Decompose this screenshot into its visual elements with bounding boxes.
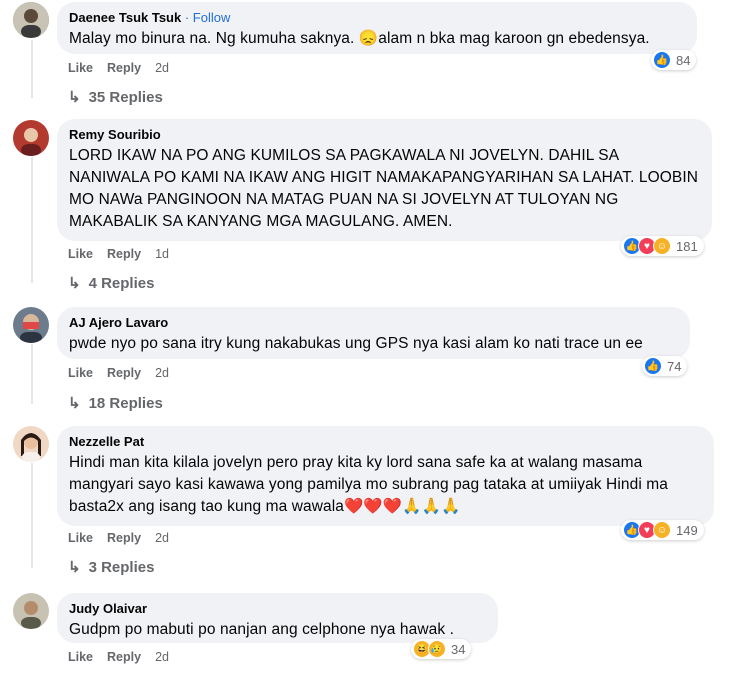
avatar[interactable] <box>13 2 49 38</box>
replies-count: 35 Replies <box>88 89 163 106</box>
reply-arrow-icon: ↳ <box>68 89 81 106</box>
comment-text: Malay mo binura na. Ng kumuha saknya. 😞a… <box>69 30 650 47</box>
commenter-name[interactable]: Daenee Tsuk Tsuk <box>69 10 181 25</box>
reaction-summary[interactable]: 👍 84 <box>651 50 697 70</box>
reaction-count: 74 <box>667 358 682 374</box>
reaction-count: 149 <box>676 522 698 538</box>
avatar-image <box>13 307 49 343</box>
avatar[interactable] <box>13 593 49 629</box>
reply-arrow-icon: ↳ <box>68 395 81 412</box>
replies-count: 4 Replies <box>88 275 155 292</box>
reaction-summary[interactable]: 👍 74 <box>642 356 688 376</box>
avatar-image <box>13 2 49 38</box>
like-reaction-icon: 👍 <box>653 51 671 69</box>
avatar-image <box>13 120 49 156</box>
view-replies-link[interactable]: ↳ 3 Replies <box>68 558 154 576</box>
timestamp[interactable]: 1d <box>155 247 169 261</box>
view-replies-link[interactable]: ↳ 18 Replies <box>68 394 163 412</box>
comment-text: pwde nyo po sana itry kung nakabukas ung… <box>69 335 643 352</box>
view-replies-link[interactable]: ↳ 4 Replies <box>68 274 154 292</box>
care-reaction-icon: ☺ <box>653 521 671 539</box>
like-button[interactable]: Like <box>68 247 93 261</box>
reaction-count: 181 <box>676 238 698 254</box>
comment-bubble: Remy Souribio LORD IKAW NA PO ANG KUMILO… <box>57 119 712 241</box>
like-button[interactable]: Like <box>68 531 93 545</box>
comment-bubble: Judy Olaivar Gudpm po mabuti po nanjan a… <box>57 593 498 643</box>
comment-actions: Like Reply 1d <box>68 247 183 261</box>
thread-line <box>31 40 33 98</box>
like-button[interactable]: Like <box>68 366 93 380</box>
reply-button[interactable]: Reply <box>107 650 141 664</box>
comment-bubble: Nezzelle Pat Hindi man kita kilala jovel… <box>57 426 714 526</box>
reply-button[interactable]: Reply <box>107 366 141 380</box>
replies-count: 3 Replies <box>88 559 155 576</box>
comment-text: Hindi man kita kilala jovelyn pero pray … <box>69 454 669 515</box>
comment-actions: Like Reply 2d <box>68 366 183 380</box>
like-reaction-icon: 👍 <box>644 357 662 375</box>
comment-bubble: AJ Ajero Lavaro pwde nyo po sana itry ku… <box>57 307 690 359</box>
commenter-name[interactable]: Remy Souribio <box>69 126 700 143</box>
avatar[interactable] <box>13 426 49 462</box>
avatar-image <box>13 426 49 462</box>
view-replies-link[interactable]: ↳ 35 Replies <box>68 88 163 106</box>
reaction-summary[interactable]: 👍 ♥ ☺ 149 <box>621 520 704 540</box>
thread-line <box>31 463 33 568</box>
reaction-count: 84 <box>676 52 691 68</box>
timestamp[interactable]: 2d <box>155 650 169 664</box>
comment-actions: Like Reply 2d <box>68 650 183 664</box>
timestamp[interactable]: 2d <box>155 531 169 545</box>
comment-text: LORD IKAW NA PO ANG KUMILOS SA PAGKAWALA… <box>69 147 699 230</box>
reaction-count: 34 <box>451 641 466 657</box>
reply-arrow-icon: ↳ <box>68 275 81 292</box>
timestamp[interactable]: 2d <box>155 61 169 75</box>
replies-count: 18 Replies <box>88 395 163 412</box>
comment-text: Gudpm po mabuti po nanjan ang celphone n… <box>69 621 455 638</box>
thread-line <box>31 344 33 404</box>
reaction-summary[interactable]: 😆 😥 34 <box>411 639 472 659</box>
reply-button[interactable]: Reply <box>107 247 141 261</box>
reply-button[interactable]: Reply <box>107 61 141 75</box>
sad-reaction-icon: 😥 <box>428 640 446 658</box>
commenter-name[interactable]: Judy Olaivar <box>69 600 486 617</box>
comment-bubble: Daenee Tsuk Tsuk · Follow Malay mo binur… <box>57 2 697 54</box>
avatar[interactable] <box>13 307 49 343</box>
follow-link[interactable]: · Follow <box>185 10 231 25</box>
reply-button[interactable]: Reply <box>107 531 141 545</box>
avatar[interactable] <box>13 120 49 156</box>
thread-line <box>31 157 33 283</box>
comment-actions: Like Reply 2d <box>68 531 183 545</box>
like-button[interactable]: Like <box>68 61 93 75</box>
avatar-image <box>13 593 49 629</box>
commenter-name[interactable]: Nezzelle Pat <box>69 433 702 450</box>
reaction-summary[interactable]: 👍 ♥ ☺ 181 <box>621 236 704 256</box>
commenter-name[interactable]: AJ Ajero Lavaro <box>69 314 678 331</box>
reply-arrow-icon: ↳ <box>68 559 81 576</box>
comment-actions: Like Reply 2d <box>68 61 183 75</box>
timestamp[interactable]: 2d <box>155 366 169 380</box>
care-reaction-icon: ☺ <box>653 237 671 255</box>
like-button[interactable]: Like <box>68 650 93 664</box>
